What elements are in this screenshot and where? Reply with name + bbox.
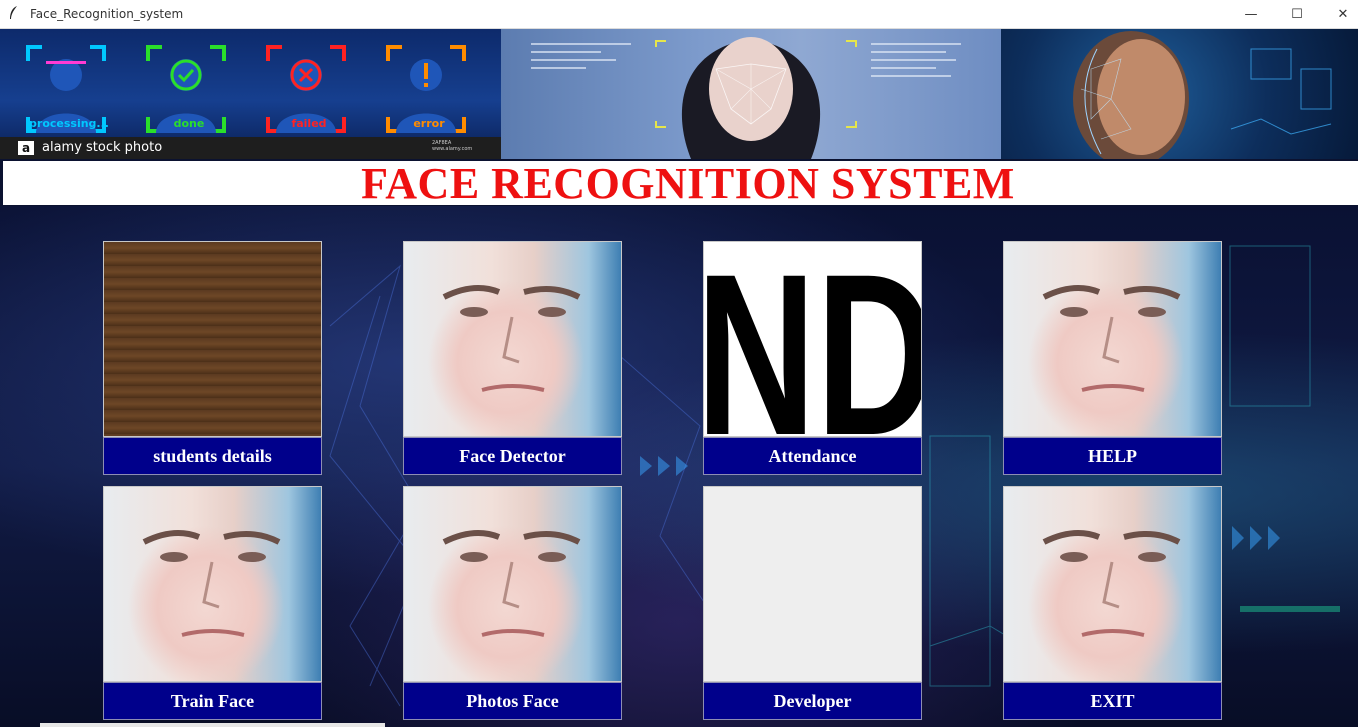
help-image[interactable] (1003, 241, 1222, 437)
face-photo-icon (442, 530, 581, 637)
status-label-processing: processing... (29, 117, 109, 130)
title-strip: FACE RECOGNITION SYSTEM (3, 159, 1358, 208)
watermark-text: alamy stock photo (42, 140, 163, 155)
window-title: Face_Recognition_system (30, 7, 184, 21)
face-photo-icon (1042, 285, 1181, 392)
students-details-button[interactable]: students details (103, 437, 322, 475)
banner-face-mesh-image (1001, 29, 1358, 159)
face-detector-image[interactable] (403, 241, 622, 437)
alamy-logo-icon: a (18, 141, 34, 155)
watermark-bar: a alamy stock photo 2AF8EA www.alamy.com (0, 137, 501, 159)
face-photo-icon (1042, 530, 1181, 637)
tile-help: HELP (1003, 241, 1222, 475)
window-titlebar: Face_Recognition_system — ☐ ✕ (0, 0, 1358, 29)
close-button[interactable]: ✕ (1320, 0, 1358, 28)
banner-status-image: processing... done failed error a alamy … (0, 29, 501, 159)
status-label-done: done (173, 117, 205, 130)
tile-exit: EXIT (1003, 486, 1222, 720)
page-title: FACE RECOGNITION SYSTEM (361, 159, 1015, 208)
minimize-button[interactable]: — (1228, 0, 1274, 28)
maximize-button[interactable]: ☐ (1274, 0, 1320, 28)
exit-image[interactable] (1003, 486, 1222, 682)
attendance-letters-graphic: ND (704, 242, 922, 437)
close-icon: ✕ (1337, 6, 1349, 22)
tile-students-details: students details (103, 241, 322, 475)
maximize-icon: ☐ (1291, 6, 1303, 22)
status-label-error: error (413, 117, 445, 130)
photos-face-button[interactable]: Photos Face (403, 682, 622, 720)
developer-button[interactable]: Developer (703, 682, 922, 720)
minimize-icon: — (1244, 6, 1258, 22)
exit-button[interactable]: EXIT (1003, 682, 1222, 720)
photos-face-image[interactable] (403, 486, 622, 682)
face-mesh-illustration (1073, 31, 1332, 159)
attendance-button[interactable]: Attendance (703, 437, 922, 475)
status-label-failed: failed (291, 117, 327, 130)
attendance-image[interactable]: ND (703, 241, 922, 437)
svg-text:ND: ND (704, 242, 922, 437)
banner-face-scan-image (501, 29, 1001, 159)
tile-developer: Developer (703, 486, 922, 720)
tile-photos-face: Photos Face (403, 486, 622, 720)
watermark-meta: 2AF8EA www.alamy.com (432, 140, 473, 152)
developer-image[interactable] (703, 486, 922, 682)
train-face-button[interactable]: Train Face (103, 682, 322, 720)
students-details-image[interactable] (103, 241, 322, 437)
train-face-image[interactable] (103, 486, 322, 682)
help-button[interactable]: HELP (1003, 437, 1222, 475)
tile-face-detector: Face Detector (403, 241, 622, 475)
horizontal-scrollbar[interactable] (40, 723, 385, 727)
tile-attendance: ND Attendance (703, 241, 922, 475)
face-photo-icon (442, 285, 581, 392)
face-detector-button[interactable]: Face Detector (403, 437, 622, 475)
face-scan-illustration (531, 37, 961, 159)
feather-icon (10, 6, 17, 19)
tile-train-face: Train Face (103, 486, 322, 720)
face-photo-icon (142, 530, 281, 637)
